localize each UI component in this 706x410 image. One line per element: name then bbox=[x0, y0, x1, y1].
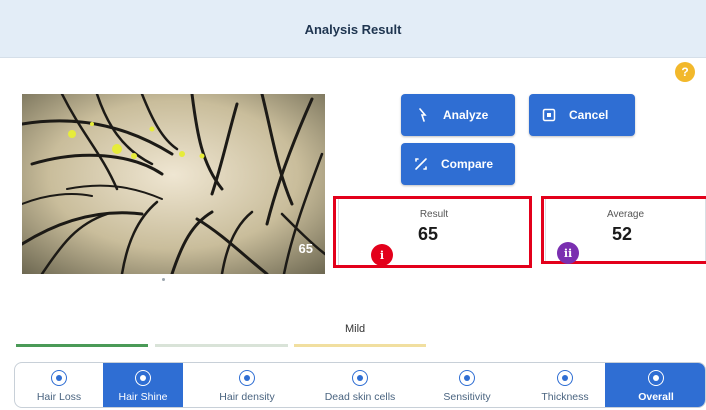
hair-shine-icon bbox=[135, 369, 151, 386]
tab-label: Hair Shine bbox=[118, 390, 168, 403]
cancel-button[interactable]: Cancel bbox=[529, 94, 635, 136]
tab-label: Dead skin cells bbox=[324, 390, 396, 403]
severity-level-label: Mild bbox=[345, 323, 366, 335]
severity-bar-segment-1 bbox=[16, 344, 148, 347]
compare-button-label: Compare bbox=[441, 157, 494, 171]
tab-overall[interactable]: Overall bbox=[605, 363, 705, 407]
category-tab-bar: Hair Loss Hair Shine Hair density Dead s… bbox=[14, 362, 706, 408]
scalp-image: 65 bbox=[22, 94, 325, 274]
analyze-button-label: Analyze bbox=[443, 108, 489, 122]
image-pager-dot bbox=[162, 278, 165, 281]
tab-sensitivity[interactable]: Sensitivity bbox=[409, 363, 525, 407]
tab-dead-skin-cells[interactable]: Dead skin cells bbox=[311, 363, 409, 407]
compare-button[interactable]: Compare bbox=[401, 143, 515, 185]
severity-bar-segment-2 bbox=[155, 344, 288, 347]
tab-hair-shine[interactable]: Hair Shine bbox=[103, 363, 183, 407]
result-highlight-box bbox=[333, 196, 532, 268]
tab-label: Thickness bbox=[541, 390, 589, 403]
cancel-icon bbox=[541, 107, 557, 123]
tab-hair-density[interactable]: Hair density bbox=[183, 363, 311, 407]
hair-loss-icon bbox=[51, 369, 67, 386]
tab-label: Sensitivity bbox=[443, 390, 491, 403]
severity-bar-segment-3 bbox=[294, 344, 426, 347]
cancel-button-label: Cancel bbox=[569, 108, 609, 122]
analyze-button[interactable]: Analyze bbox=[401, 94, 515, 136]
hair-density-icon bbox=[239, 369, 255, 386]
tab-label: Hair Loss bbox=[36, 390, 82, 403]
tab-hair-loss[interactable]: Hair Loss bbox=[15, 363, 103, 407]
analyze-icon bbox=[415, 107, 431, 123]
help-icon[interactable]: ? bbox=[675, 62, 695, 82]
compare-icon bbox=[413, 156, 429, 172]
tab-label: Hair density bbox=[219, 390, 275, 403]
tab-thickness[interactable]: Thickness bbox=[525, 363, 605, 407]
annotation-marker-ii: ii bbox=[557, 242, 579, 264]
tab-label: Overall bbox=[638, 390, 674, 403]
page-title: Analysis Result bbox=[304, 22, 402, 37]
overall-icon bbox=[648, 369, 664, 386]
sensitivity-icon bbox=[459, 369, 475, 386]
image-score-label: 65 bbox=[298, 241, 313, 256]
dead-skin-cells-icon bbox=[352, 369, 368, 386]
header-bar: Analysis Result bbox=[0, 0, 706, 58]
annotation-marker-i: i bbox=[371, 244, 393, 266]
thickness-icon bbox=[557, 369, 573, 386]
